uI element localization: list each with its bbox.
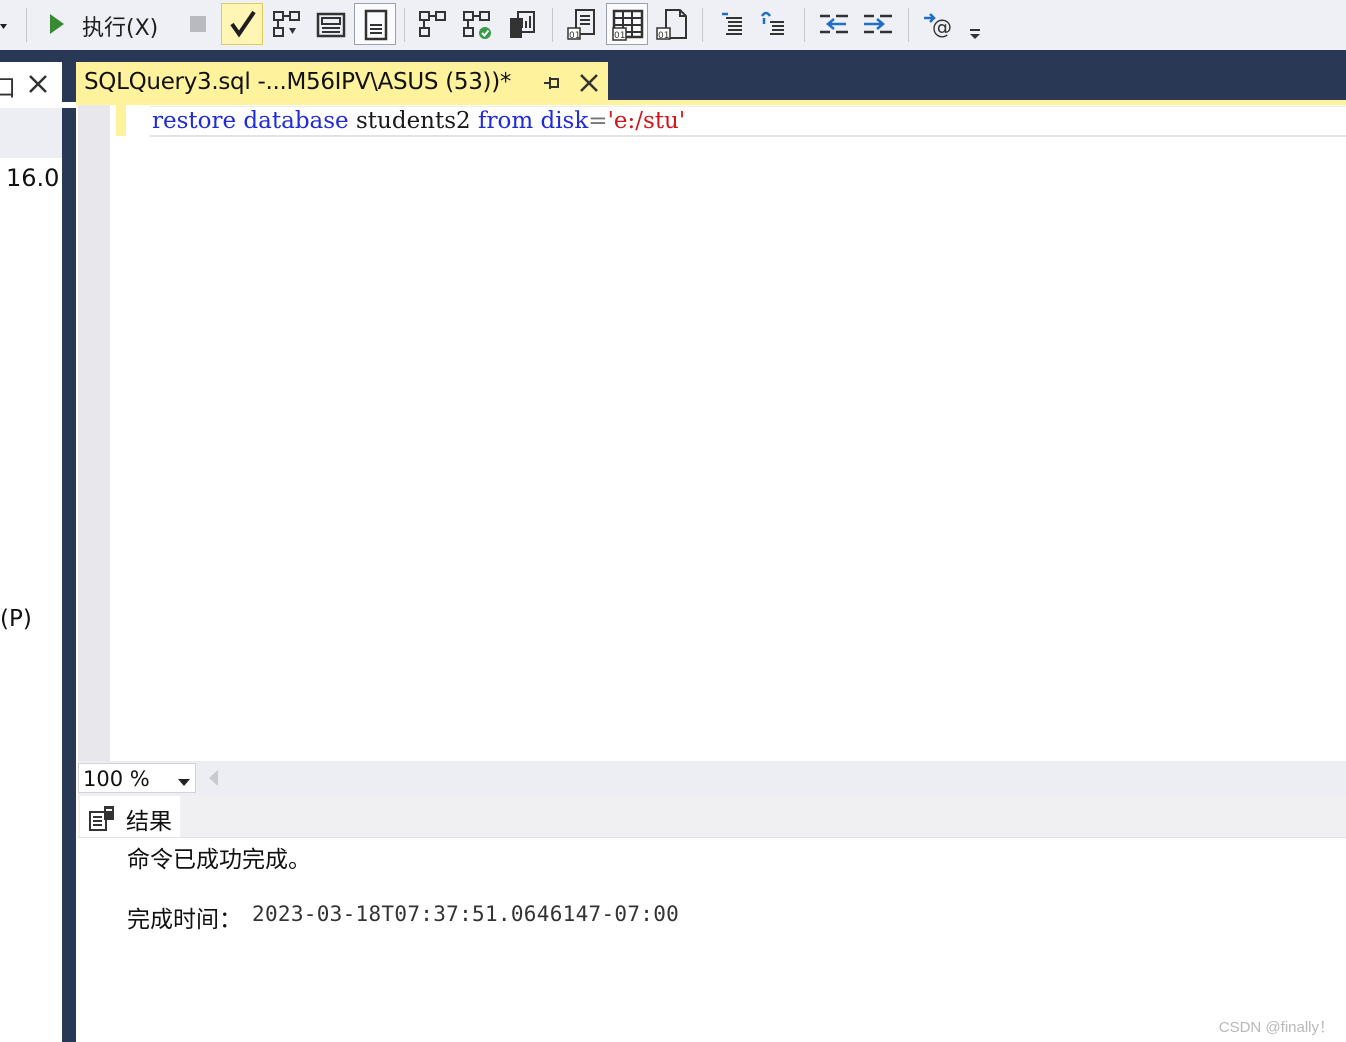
code-token-keyword: database <box>243 108 349 134</box>
results-to-grid-button[interactable]: 01 <box>606 3 648 45</box>
results-to-grid-icon: 01 <box>611 8 645 42</box>
close-tab-icon[interactable] <box>578 72 600 99</box>
sql-editor-toolbar: 执行(X) 01 01 01 @ <box>0 0 1346 50</box>
dropdown-arrow-icon[interactable] <box>0 19 8 29</box>
results-to-file-icon: 01 <box>654 6 690 42</box>
query-designer-button[interactable] <box>314 6 350 42</box>
zoom-select[interactable]: 100 % <box>78 763 196 793</box>
query-designer-icon <box>314 6 350 42</box>
stop-icon <box>190 16 206 32</box>
results-tab-label: 结果 <box>126 809 172 835</box>
svg-text:01: 01 <box>614 31 625 41</box>
specify-template-values-icon: @ <box>920 6 956 42</box>
document-tab[interactable]: SQLQuery3.sql -...M56IPV\ASUS (53))* <box>76 62 608 104</box>
object-explorer-node-text[interactable]: (P) <box>0 606 32 632</box>
results-text-button[interactable]: 01 <box>564 6 600 42</box>
indent-icon <box>860 6 896 42</box>
results-to-file-button[interactable]: 01 <box>654 6 690 42</box>
live-stats-button[interactable] <box>460 6 496 42</box>
uncomment-icon <box>756 6 792 42</box>
toolbar-overflow-button[interactable] <box>968 26 984 42</box>
code-token-string: 'e:/stu' <box>607 108 686 134</box>
code-token-keyword: restore <box>152 108 237 134</box>
results-text-icon: 01 <box>564 6 600 42</box>
comment-icon <box>714 6 750 42</box>
execute-label: 执行(X) <box>82 16 159 41</box>
include-plan-button[interactable] <box>416 6 452 42</box>
svg-text:@: @ <box>932 15 952 39</box>
messages-icon <box>88 804 118 837</box>
editor-gutter <box>78 105 110 761</box>
display-plan-button[interactable] <box>270 6 306 42</box>
code-token-keyword: disk <box>540 108 589 134</box>
code-line-1[interactable]: restore database students2 from disk='e:… <box>150 106 1346 137</box>
outdent-button[interactable] <box>816 6 852 42</box>
document-tab-title: SQLQuery3.sql -...M56IPV\ASUS (53))* <box>84 69 512 95</box>
changed-line-marker <box>116 105 126 136</box>
results-tab[interactable]: 结果 <box>80 796 180 837</box>
pin-tab-icon[interactable] <box>542 74 560 97</box>
left-panel-close-icon[interactable] <box>28 74 48 99</box>
include-plan-icon <box>416 6 452 42</box>
results-to-text-icon <box>362 9 390 41</box>
parse-check-icon <box>230 10 256 38</box>
query-editor[interactable] <box>76 105 1346 761</box>
left-panel-pin-icon[interactable]: 口 <box>0 68 16 103</box>
comment-button[interactable] <box>714 6 750 42</box>
svg-text:01: 01 <box>658 31 669 41</box>
code-text: restore database students2 from disk='e:… <box>152 108 685 134</box>
scroll-left-icon[interactable] <box>206 769 220 792</box>
code-token-plain: students2 <box>348 108 478 134</box>
object-explorer-server-version[interactable]: 16.0. <box>6 164 67 192</box>
panel-splitter[interactable] <box>62 108 76 1042</box>
chevron-down-icon <box>177 775 191 793</box>
results-tab-bar: 结果 <box>78 795 1346 838</box>
completion-time-label: 完成时间： <box>127 907 242 933</box>
completion-time-value: 2023-03-18T07:37:51.0646147-07:00 <box>252 902 680 926</box>
client-stats-button[interactable] <box>504 6 540 42</box>
zoom-value: 100 % <box>83 767 150 791</box>
object-explorer-panel <box>0 108 62 1042</box>
watermark: CSDN @finally！ <box>1218 1019 1334 1036</box>
specify-template-values-button[interactable]: @ <box>920 6 956 42</box>
parse-button[interactable] <box>221 3 263 45</box>
live-stats-icon <box>460 6 496 42</box>
outdent-icon <box>816 6 852 42</box>
results-to-text-button[interactable] <box>354 3 396 45</box>
result-message: 命令已成功完成。 <box>127 847 311 873</box>
left-panel-header: 口 <box>0 62 62 108</box>
display-plan-icon <box>270 6 306 42</box>
svg-text:01: 01 <box>569 31 580 41</box>
uncomment-button[interactable] <box>756 6 792 42</box>
editor-zoom-bar: 100 % <box>78 761 1346 795</box>
object-explorer-toolbar <box>0 108 62 158</box>
client-stats-icon <box>504 6 540 42</box>
toolbar-overflow-icon <box>968 26 984 47</box>
stop-button[interactable] <box>190 16 208 34</box>
code-token-plain-gray: = <box>588 108 608 134</box>
code-token-keyword: from <box>477 108 534 134</box>
execute-icon <box>48 12 66 41</box>
indent-button[interactable] <box>860 6 896 42</box>
